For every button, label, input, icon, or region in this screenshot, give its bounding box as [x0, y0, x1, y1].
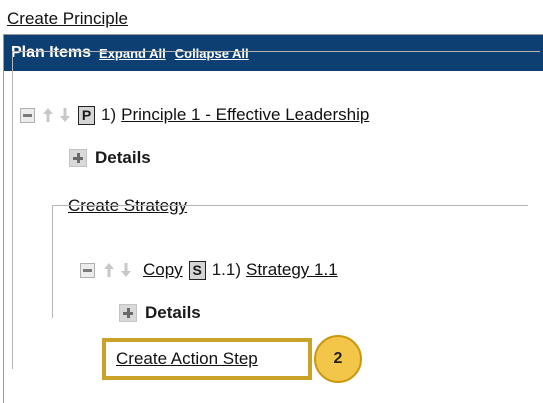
strategy-title-link[interactable]: Strategy 1.1	[246, 260, 338, 280]
collapse-strategy-icon[interactable]	[80, 262, 95, 278]
strategy-row: Copy S 1.1) Strategy 1.1	[80, 260, 338, 280]
expand-details-icon[interactable]	[69, 149, 87, 167]
strategy-number: 1.1)	[211, 260, 241, 279]
principle-details-label: Details	[95, 148, 151, 167]
strategy-badge: S	[188, 260, 206, 280]
strategy-details-row: Details	[119, 303, 201, 323]
step-callout-badge: 2	[314, 335, 362, 383]
move-up-icon[interactable]	[103, 262, 115, 278]
move-down-icon[interactable]	[59, 107, 71, 123]
copy-link[interactable]: Copy	[143, 260, 183, 280]
expand-details-icon[interactable]	[119, 304, 137, 322]
create-action-step-link[interactable]: Create Action Step	[116, 349, 258, 369]
principle-number: 1)	[101, 105, 117, 124]
strategy-details-label: Details	[145, 303, 201, 322]
collapse-principle-icon[interactable]	[20, 107, 35, 123]
move-up-icon[interactable]	[42, 107, 54, 123]
create-principle-link[interactable]: Create Principle	[7, 9, 128, 29]
principle-row: P 1) Principle 1 - Effective Leadership	[20, 105, 369, 125]
move-down-icon[interactable]	[120, 262, 132, 278]
principle-badge: P	[78, 105, 95, 125]
callout-number: 2	[333, 350, 343, 367]
principle-title-link[interactable]: Principle 1 - Effective Leadership	[121, 105, 369, 125]
principle-details-row: Details	[69, 148, 151, 168]
